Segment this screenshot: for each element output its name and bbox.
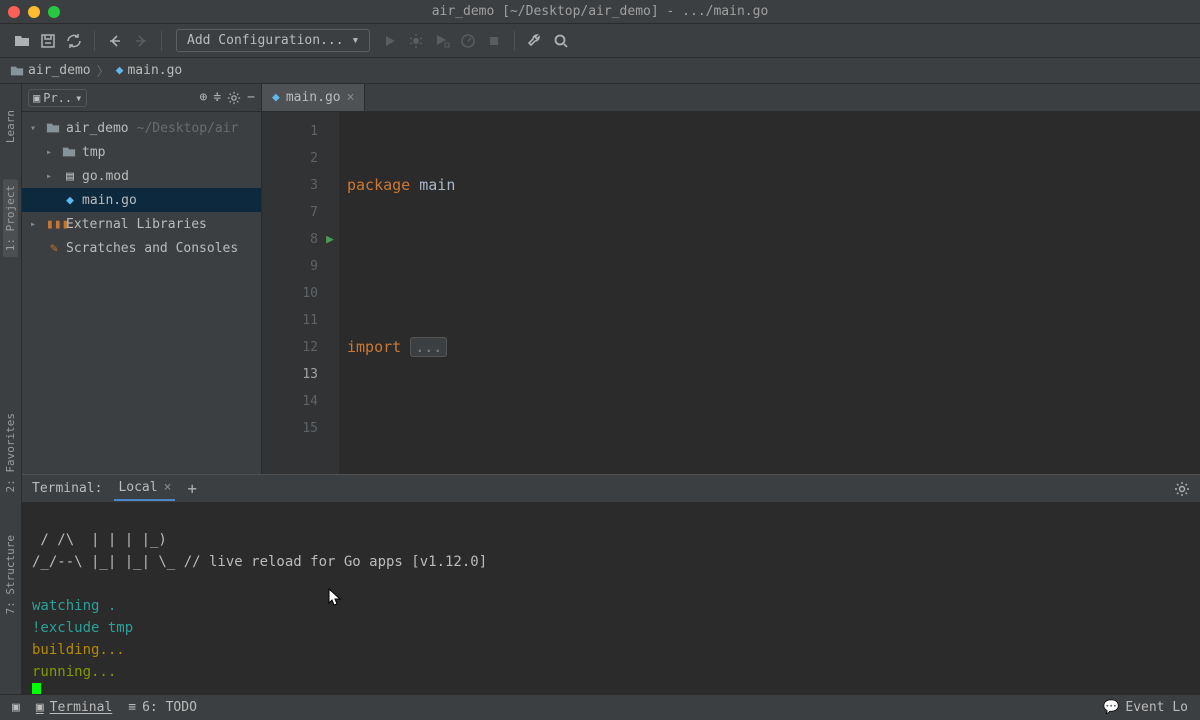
window-title: air_demo [~/Desktop/air_demo] - .../main… <box>0 4 1200 19</box>
tree-row-gomod[interactable]: ▸ ▤ go.mod <box>22 164 261 188</box>
folder-icon <box>10 64 24 78</box>
status-todo-button[interactable]: ≡ 6: TODO <box>128 700 197 715</box>
add-terminal-tab-icon[interactable]: + <box>187 479 197 498</box>
build-icon[interactable] <box>523 29 547 53</box>
terminal-output[interactable]: / /\ | | | |_) /_/--\ |_| |_| \_ // live… <box>22 503 1200 694</box>
project-tree: ▾ air_demo ~/Desktop/air ▸ tmp ▸ ▤ go.mo… <box>22 112 261 264</box>
terminal-settings-icon[interactable] <box>1174 481 1190 497</box>
close-tab-icon[interactable]: × <box>347 90 355 105</box>
chevron-down-icon: ▾ <box>352 33 360 48</box>
gear-icon[interactable] <box>227 91 241 105</box>
scratch-icon: ✎ <box>46 241 62 256</box>
go-file-icon: ◆ <box>272 90 280 105</box>
terminal-icon: ▣ <box>36 700 44 715</box>
library-icon: ▮▮▮ <box>46 217 62 232</box>
sync-icon[interactable] <box>62 29 86 53</box>
breadcrumb-label: main.go <box>127 63 182 78</box>
save-icon[interactable] <box>36 29 60 53</box>
separator <box>161 31 162 51</box>
project-view-combo[interactable]: ▣ Pr.. ▾ <box>28 89 87 107</box>
tree-row-scratches[interactable]: ✎ Scratches and Consoles <box>22 236 261 260</box>
go-file-icon: ◆ <box>62 193 78 208</box>
terminal-label: Terminal: <box>32 481 102 496</box>
folder-icon: ▣ <box>33 91 40 105</box>
tree-row-maingo[interactable]: ◆ main.go <box>22 188 261 212</box>
open-icon[interactable] <box>10 29 34 53</box>
breadcrumb-separator-icon: 〉 <box>97 61 110 80</box>
run-config-label: Add Configuration... <box>187 33 344 48</box>
expand-icon[interactable]: ≑ <box>213 90 221 105</box>
folder-icon <box>62 145 78 159</box>
tree-row-external-libs[interactable]: ▸ ▮▮▮ External Libraries <box>22 212 261 236</box>
debug-icon[interactable] <box>404 29 428 53</box>
tool-tab-project[interactable]: 1: Project <box>3 179 18 257</box>
tree-row-root[interactable]: ▾ air_demo ~/Desktop/air <box>22 116 261 140</box>
breadcrumb-label: air_demo <box>28 63 91 78</box>
separator <box>94 31 95 51</box>
tool-tab-structure[interactable]: 7: Structure <box>3 529 18 620</box>
collapse-icon[interactable]: − <box>247 90 255 105</box>
terminal-tabs: Terminal: Local × + <box>22 475 1200 503</box>
editor-tabs: ◆ main.go × <box>262 84 1200 112</box>
status-terminal-button[interactable]: ▣ Terminal <box>36 700 112 715</box>
profile-icon[interactable] <box>456 29 480 53</box>
tool-window-square-icon[interactable]: ▣ <box>12 700 20 715</box>
tree-row-tmp[interactable]: ▸ tmp <box>22 140 261 164</box>
go-file-icon: ◆ <box>116 63 124 78</box>
search-everywhere-icon[interactable] <box>549 29 573 53</box>
left-tool-strip: Learn 1: Project 2: Favorites 7: Structu… <box>0 84 22 694</box>
status-bar: ▣ ▣ Terminal ≡ 6: TODO 💬 Event Lo <box>0 694 1200 720</box>
tool-tab-favorites[interactable]: 2: Favorites <box>3 407 18 498</box>
terminal-panel: Terminal: Local × + / /\ | | | |_) /_/--… <box>22 474 1200 694</box>
coverage-icon[interactable] <box>430 29 454 53</box>
todo-icon: ≡ <box>128 700 136 715</box>
breadcrumb-item-file[interactable]: ◆ main.go <box>116 63 183 78</box>
title-bar: air_demo [~/Desktop/air_demo] - .../main… <box>0 0 1200 24</box>
separator <box>514 31 515 51</box>
folder-icon <box>46 121 62 135</box>
tool-tab-learn[interactable]: Learn <box>3 104 18 149</box>
breadcrumb-bar: air_demo 〉 ◆ main.go <box>0 58 1200 84</box>
breadcrumb-item-project[interactable]: air_demo <box>10 63 91 78</box>
forward-icon[interactable] <box>129 29 153 53</box>
main-toolbar: Add Configuration... ▾ <box>0 24 1200 58</box>
editor-tab-maingo[interactable]: ◆ main.go × <box>262 84 365 111</box>
locate-icon[interactable]: ⊕ <box>200 90 208 105</box>
run-icon[interactable] <box>378 29 402 53</box>
event-log-icon: 💬 <box>1103 700 1119 715</box>
close-terminal-tab-icon[interactable]: × <box>164 480 172 495</box>
chevron-down-icon: ▾ <box>75 91 82 105</box>
run-config-combo[interactable]: Add Configuration... ▾ <box>176 29 370 52</box>
project-panel-header: ▣ Pr.. ▾ ⊕ ≑ − <box>22 84 261 112</box>
file-icon: ▤ <box>62 169 78 184</box>
stop-icon[interactable] <box>482 29 506 53</box>
terminal-tab-local[interactable]: Local × <box>114 476 175 501</box>
back-icon[interactable] <box>103 29 127 53</box>
status-event-log-button[interactable]: 💬 Event Lo <box>1103 700 1188 715</box>
terminal-cursor <box>32 683 41 694</box>
